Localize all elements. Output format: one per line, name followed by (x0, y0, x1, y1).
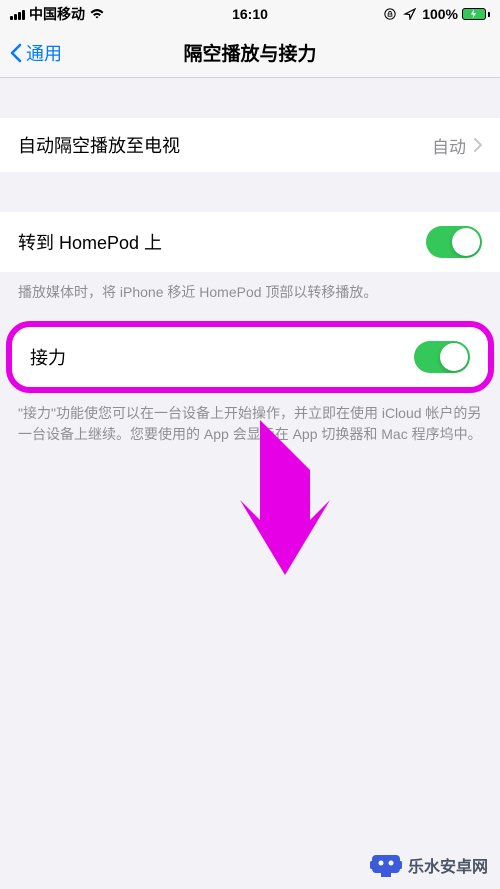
navigation-bar: 通用 隔空播放与接力 (0, 28, 500, 78)
chevron-right-icon (474, 138, 482, 152)
location-icon (402, 8, 418, 20)
switch-knob (440, 343, 468, 371)
back-button[interactable]: 通用 (10, 40, 62, 66)
watermark: 乐水安卓网 (370, 849, 488, 881)
cell-label: 转到 HomePod 上 (18, 229, 162, 255)
homepod-footer: 播放媒体时，将 iPhone 移近 HomePod 顶部以转移播放。 (0, 272, 500, 313)
status-bar: 中国移动 16:10 100% (0, 0, 500, 28)
orientation-lock-icon (382, 8, 398, 20)
cell-label: 接力 (30, 344, 66, 370)
signal-icon (10, 8, 25, 20)
carrier-label: 中国移动 (29, 4, 85, 24)
content-area: 自动隔空播放至电视 自动 转到 HomePod 上 播放媒体时，将 iPhone… (0, 78, 500, 455)
handoff-footer: "接力"功能使您可以在一台设备上开始操作，并立即在使用 iCloud 帐户的另一… (0, 393, 500, 455)
value-label: 自动 (432, 133, 466, 158)
page-title: 隔空播放与接力 (183, 39, 316, 66)
wifi-icon (89, 8, 105, 20)
homepod-toggle[interactable] (426, 226, 482, 258)
status-time: 16:10 (232, 6, 268, 22)
status-left: 中国移动 (10, 4, 105, 24)
battery-percentage: 100% (422, 6, 458, 22)
watermark-text: 乐水安卓网 (408, 853, 488, 877)
battery-icon (462, 8, 490, 20)
auto-airplay-cell[interactable]: 自动隔空播放至电视 自动 (0, 118, 500, 172)
watermark-icon (370, 849, 402, 881)
status-right: 100% (382, 6, 490, 22)
highlight-annotation: 接力 (6, 321, 494, 393)
switch-knob (452, 228, 480, 256)
back-label: 通用 (26, 40, 62, 66)
cell-label: 自动隔空播放至电视 (18, 132, 180, 158)
chevron-left-icon (10, 43, 22, 63)
handoff-cell[interactable]: 接力 (12, 327, 488, 387)
handoff-toggle[interactable] (414, 341, 470, 373)
cell-value: 自动 (432, 133, 482, 158)
homepod-transfer-cell[interactable]: 转到 HomePod 上 (0, 212, 500, 272)
